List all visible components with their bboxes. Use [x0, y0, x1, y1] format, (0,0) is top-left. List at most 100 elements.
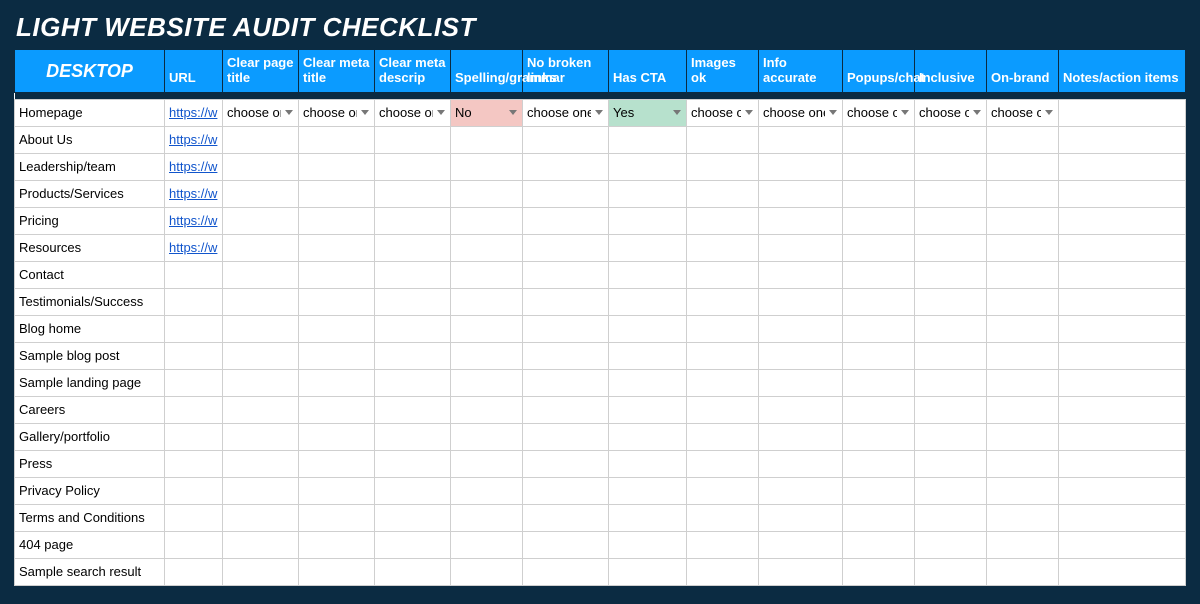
dropdown-cell[interactable]	[915, 261, 987, 288]
dropdown-cell[interactable]	[609, 153, 687, 180]
dropdown-cell[interactable]	[759, 396, 843, 423]
dropdown-cell[interactable]	[915, 477, 987, 504]
dropdown-cell[interactable]	[609, 180, 687, 207]
dropdown-cell[interactable]	[523, 207, 609, 234]
dropdown-cell[interactable]	[759, 207, 843, 234]
dropdown-cell[interactable]	[843, 450, 915, 477]
dropdown-cell[interactable]: choose one	[523, 99, 609, 126]
dropdown-cell[interactable]	[609, 423, 687, 450]
dropdown-cell[interactable]	[843, 531, 915, 558]
dropdown-cell[interactable]	[987, 207, 1059, 234]
dropdown-cell[interactable]	[523, 477, 609, 504]
dropdown-cell[interactable]	[451, 477, 523, 504]
notes-cell[interactable]	[1059, 207, 1186, 234]
dropdown-cell[interactable]	[299, 315, 375, 342]
dropdown-cell[interactable]	[299, 531, 375, 558]
url-link[interactable]: https://w	[169, 213, 217, 228]
dropdown-cell[interactable]	[915, 531, 987, 558]
dropdown-cell[interactable]: choose one	[759, 99, 843, 126]
dropdown-cell[interactable]	[687, 261, 759, 288]
dropdown-cell[interactable]	[987, 423, 1059, 450]
dropdown-cell[interactable]	[523, 234, 609, 261]
dropdown-cell[interactable]	[223, 477, 299, 504]
dropdown-cell[interactable]	[223, 261, 299, 288]
dropdown-cell[interactable]	[523, 504, 609, 531]
dropdown-cell[interactable]	[523, 450, 609, 477]
dropdown-cell[interactable]	[523, 558, 609, 585]
dropdown-cell[interactable]	[375, 423, 451, 450]
dropdown-cell[interactable]	[523, 153, 609, 180]
dropdown-cell[interactable]	[915, 342, 987, 369]
dropdown-cell[interactable]	[609, 450, 687, 477]
notes-cell[interactable]	[1059, 234, 1186, 261]
dropdown-cell[interactable]	[609, 126, 687, 153]
notes-cell[interactable]	[1059, 99, 1186, 126]
dropdown-cell[interactable]	[223, 450, 299, 477]
dropdown-cell[interactable]	[609, 288, 687, 315]
dropdown-cell[interactable]	[299, 261, 375, 288]
dropdown-cell[interactable]	[987, 369, 1059, 396]
dropdown-cell[interactable]	[609, 234, 687, 261]
dropdown-cell[interactable]	[451, 423, 523, 450]
dropdown-cell[interactable]	[987, 558, 1059, 585]
dropdown-cell[interactable]	[299, 369, 375, 396]
dropdown-cell[interactable]	[843, 369, 915, 396]
dropdown-cell[interactable]	[915, 207, 987, 234]
dropdown-cell[interactable]	[759, 504, 843, 531]
url-cell[interactable]: https://w	[165, 153, 223, 180]
dropdown-cell[interactable]	[687, 207, 759, 234]
dropdown-cell[interactable]	[987, 180, 1059, 207]
dropdown-cell[interactable]	[451, 450, 523, 477]
dropdown-cell[interactable]	[843, 207, 915, 234]
dropdown-cell[interactable]	[299, 153, 375, 180]
dropdown-cell[interactable]: choose one	[987, 99, 1059, 126]
dropdown-cell[interactable]	[843, 180, 915, 207]
dropdown-cell[interactable]	[299, 396, 375, 423]
dropdown-cell[interactable]	[523, 180, 609, 207]
dropdown-cell[interactable]	[843, 396, 915, 423]
dropdown-cell[interactable]	[451, 531, 523, 558]
dropdown-cell[interactable]	[451, 207, 523, 234]
dropdown-cell[interactable]	[987, 342, 1059, 369]
notes-cell[interactable]	[1059, 531, 1186, 558]
dropdown-cell[interactable]	[987, 315, 1059, 342]
dropdown-cell[interactable]	[915, 126, 987, 153]
dropdown-cell[interactable]	[299, 558, 375, 585]
dropdown-cell[interactable]	[375, 234, 451, 261]
dropdown-cell[interactable]	[987, 288, 1059, 315]
dropdown-cell[interactable]	[915, 423, 987, 450]
dropdown-cell[interactable]	[223, 531, 299, 558]
dropdown-cell[interactable]	[843, 288, 915, 315]
dropdown-cell[interactable]	[915, 558, 987, 585]
dropdown-cell[interactable]	[375, 342, 451, 369]
dropdown-cell[interactable]	[299, 288, 375, 315]
dropdown-cell[interactable]	[609, 477, 687, 504]
dropdown-cell[interactable]	[759, 450, 843, 477]
notes-cell[interactable]	[1059, 558, 1186, 585]
dropdown-cell[interactable]	[915, 396, 987, 423]
dropdown-cell[interactable]	[987, 153, 1059, 180]
dropdown-cell[interactable]	[687, 153, 759, 180]
dropdown-cell[interactable]	[987, 504, 1059, 531]
dropdown-cell[interactable]	[375, 504, 451, 531]
notes-cell[interactable]	[1059, 126, 1186, 153]
dropdown-cell[interactable]	[451, 342, 523, 369]
dropdown-cell[interactable]	[375, 126, 451, 153]
dropdown-cell[interactable]	[987, 477, 1059, 504]
dropdown-cell[interactable]	[523, 531, 609, 558]
dropdown-cell[interactable]	[451, 261, 523, 288]
dropdown-cell[interactable]	[687, 234, 759, 261]
dropdown-cell[interactable]	[759, 180, 843, 207]
url-link[interactable]: https://w	[169, 159, 217, 174]
dropdown-cell[interactable]	[375, 261, 451, 288]
notes-cell[interactable]	[1059, 261, 1186, 288]
url-link[interactable]: https://w	[169, 186, 217, 201]
dropdown-cell[interactable]	[687, 504, 759, 531]
notes-cell[interactable]	[1059, 396, 1186, 423]
dropdown-cell[interactable]	[609, 261, 687, 288]
dropdown-cell[interactable]	[223, 126, 299, 153]
notes-cell[interactable]	[1059, 342, 1186, 369]
notes-cell[interactable]	[1059, 477, 1186, 504]
dropdown-cell[interactable]	[299, 234, 375, 261]
dropdown-cell[interactable]	[223, 342, 299, 369]
